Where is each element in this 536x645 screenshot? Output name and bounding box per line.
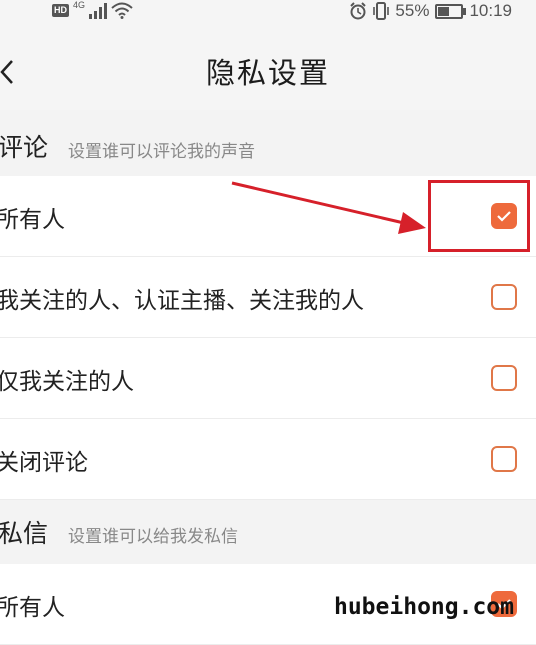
watermark: hubeihong.com: [333, 594, 514, 620]
annotation-arrow: [231, 181, 426, 234]
